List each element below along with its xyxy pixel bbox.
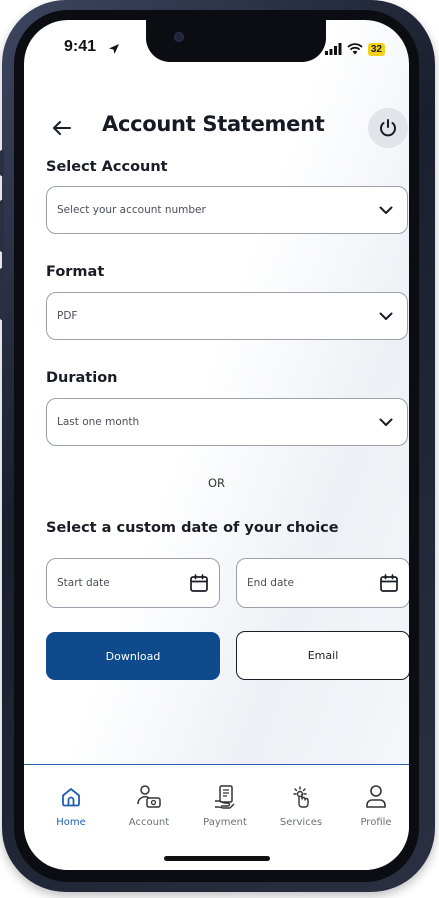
start-date-placeholder: Start date: [57, 577, 110, 589]
power-button[interactable]: [368, 108, 408, 148]
back-button[interactable]: [50, 116, 74, 140]
nav-services-label: Services: [279, 817, 323, 828]
calendar-icon: [380, 574, 398, 592]
nav-home[interactable]: Home: [36, 783, 106, 828]
status-time: 9:41: [64, 38, 97, 55]
status-icons: 32: [324, 40, 385, 59]
nav-account-label: Account: [128, 817, 170, 828]
bottom-nav: Home Account Payment Services Profile: [24, 764, 409, 870]
battery-indicator: 32: [367, 43, 385, 56]
duration-label: Duration: [46, 370, 118, 386]
home-indicator: [164, 856, 270, 861]
download-button[interactable]: Download: [46, 632, 220, 680]
payment-icon: [212, 783, 238, 811]
end-date-field[interactable]: End date: [236, 558, 409, 608]
start-date-field[interactable]: Start date: [46, 558, 220, 608]
chevron-down-icon: [379, 312, 393, 320]
custom-date-label: Select a custom date of your choice: [46, 520, 339, 536]
side-button-volume-down: [0, 268, 4, 320]
account-select[interactable]: Select your account number: [46, 186, 408, 234]
account-icon: [135, 783, 163, 811]
services-icon: [288, 783, 314, 811]
nav-home-label: Home: [56, 817, 86, 828]
side-button-volume-up: [0, 200, 4, 252]
home-icon: [60, 783, 82, 811]
page: 9:41 32 Account Statement Select Account…: [0, 0, 439, 898]
wifi-icon: [347, 40, 363, 59]
profile-icon: [364, 783, 388, 811]
nav-payment-label: Payment: [203, 817, 247, 828]
camera-icon: [174, 32, 184, 42]
screen: 9:41 32 Account Statement Select Account…: [24, 20, 409, 870]
back-arrow-icon: [53, 121, 71, 135]
or-divider: OR: [207, 476, 226, 490]
chevron-down-icon: [379, 206, 393, 214]
page-title: Account Statement: [102, 112, 325, 136]
chevron-down-icon: [379, 418, 393, 426]
nav-services[interactable]: Services: [266, 783, 336, 828]
end-date-placeholder: End date: [247, 577, 294, 589]
signal-icon: [324, 40, 342, 59]
location-arrow-icon: [108, 40, 120, 59]
nav-profile[interactable]: Profile: [341, 783, 409, 828]
nav-payment[interactable]: Payment: [190, 783, 260, 828]
account-select-value: Select your account number: [57, 204, 206, 216]
side-button-mute: [0, 150, 4, 176]
format-label: Format: [46, 264, 105, 280]
format-select-value: PDF: [57, 310, 78, 322]
power-icon: [380, 119, 396, 137]
format-select[interactable]: PDF: [46, 292, 408, 340]
notch: [146, 20, 326, 62]
nav-account[interactable]: Account: [114, 783, 184, 828]
duration-select-value: Last one month: [57, 416, 140, 428]
duration-select[interactable]: Last one month: [46, 398, 408, 446]
calendar-icon: [190, 574, 208, 592]
select-account-label: Select Account: [46, 159, 168, 175]
email-button[interactable]: Email: [236, 631, 409, 680]
nav-profile-label: Profile: [360, 817, 392, 828]
